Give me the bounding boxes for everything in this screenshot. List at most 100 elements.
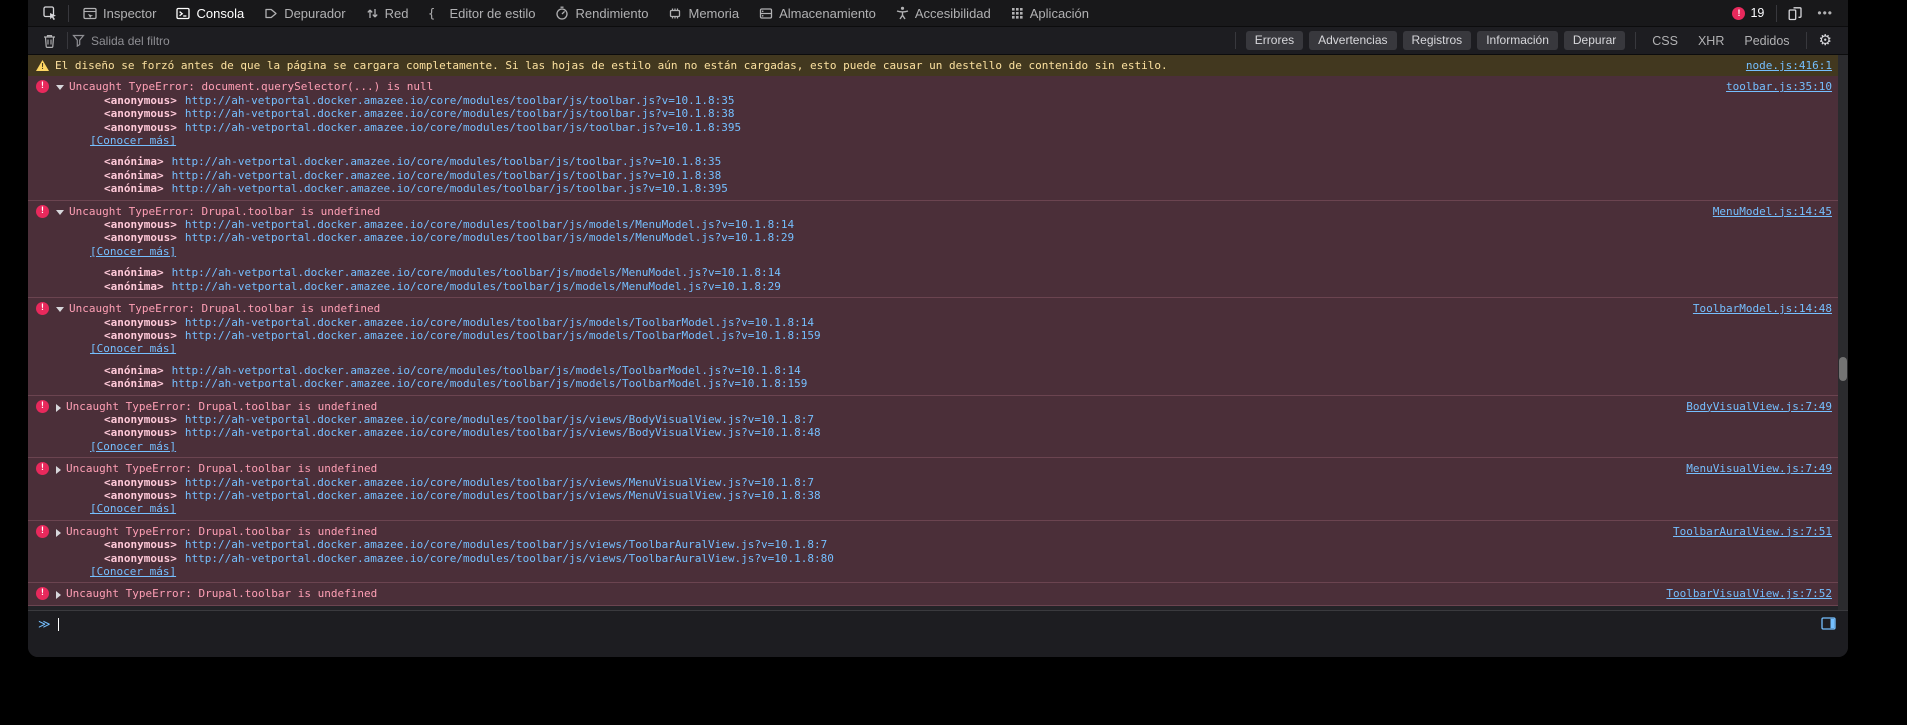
tab-aplicacion[interactable]: Aplicación xyxy=(1001,0,1099,26)
tab-red[interactable]: Red xyxy=(356,0,419,26)
frame-source-link[interactable]: http://ah-vetportal.docker.amazee.io/cor… xyxy=(185,489,821,502)
frame-source-link[interactable]: http://ah-vetportal.docker.amazee.io/cor… xyxy=(185,476,814,489)
learn-more-link[interactable]: [Conocer más] xyxy=(90,134,176,147)
tab-rendimiento[interactable]: Rendimiento xyxy=(545,0,658,26)
error-message: Uncaught TypeError: Drupal.toolbar is un… xyxy=(69,302,381,316)
stack-frame: <anónima> http://ah-vetportal.docker.amaz… xyxy=(28,155,1848,168)
frame-function-name: <anónima> xyxy=(104,266,164,280)
svg-text:{ }: { } xyxy=(428,7,443,20)
error-icon: ! xyxy=(36,204,49,218)
console-filter-bar: ErroresAdvertenciasRegistrosInformaciónD… xyxy=(28,27,1848,55)
filter-button-css[interactable]: CSS xyxy=(1644,32,1686,50)
open-sidebar-button[interactable] xyxy=(1817,616,1840,631)
source-location-link[interactable]: toolbar.js:35:10 xyxy=(1706,80,1832,93)
stack-frame: <anonymous> http://ah-vetportal.docker.am… xyxy=(28,107,1848,120)
filter-output-input[interactable] xyxy=(91,33,451,48)
devtools-menu-button[interactable]: ••• xyxy=(1810,0,1840,26)
tab-inspector[interactable]: Inspector xyxy=(73,0,166,26)
pick-element-button[interactable] xyxy=(36,0,64,26)
filter-chip-errores[interactable]: Errores xyxy=(1245,30,1304,51)
filter-chip-advertencias[interactable]: Advertencias xyxy=(1309,30,1397,51)
learn-more-link[interactable]: [Conocer más] xyxy=(90,502,176,515)
console-scrollbar[interactable] xyxy=(1838,55,1848,610)
frame-function-name: <anónima> xyxy=(104,168,164,182)
console-settings-button[interactable]: ⚙ xyxy=(1811,33,1840,48)
stack-frame: <anonymous> http://ah-vetportal.docker.am… xyxy=(28,489,1848,502)
source-location-link[interactable]: ToolbarModel.js:14:48 xyxy=(1673,302,1832,315)
frame-source-link[interactable]: http://ah-vetportal.docker.amazee.io/cor… xyxy=(185,552,834,565)
source-location-link[interactable]: MenuModel.js:14:45 xyxy=(1693,205,1832,218)
tab-almacenamiento[interactable]: Almacenamiento xyxy=(749,0,886,26)
source-location-link[interactable]: BodyVisualView.js:7:49 xyxy=(1666,400,1832,413)
tab-memoria[interactable]: Memoria xyxy=(658,0,749,26)
source-location-link[interactable]: MenuVisualView.js:7:49 xyxy=(1666,462,1832,475)
learn-more-link[interactable]: [Conocer más] xyxy=(90,245,176,258)
expand-twisty-icon[interactable] xyxy=(56,591,61,600)
stack-frame: <anónima> http://ah-vetportal.docker.amaz… xyxy=(28,364,1848,377)
frame-function-name: <anonymous> xyxy=(104,488,177,502)
frame-source-link[interactable]: http://ah-vetportal.docker.amazee.io/cor… xyxy=(185,426,821,439)
frame-source-link[interactable]: http://ah-vetportal.docker.amazee.io/cor… xyxy=(185,329,821,342)
frame-function-name: <anonymous> xyxy=(104,426,177,440)
clear-console-button[interactable] xyxy=(36,27,63,54)
frame-source-link[interactable]: http://ah-vetportal.docker.amazee.io/cor… xyxy=(185,218,794,231)
console-input-row[interactable]: ≫ xyxy=(28,610,1848,657)
frame-source-link[interactable]: http://ah-vetportal.docker.amazee.io/cor… xyxy=(185,538,827,551)
filter-chip-registros[interactable]: Registros xyxy=(1402,30,1472,51)
error-message: Uncaught TypeError: Drupal.toolbar is un… xyxy=(66,587,378,601)
filter-button-pedidos[interactable]: Pedidos xyxy=(1736,32,1797,50)
source-location-link[interactable]: node.js:416:1 xyxy=(1726,59,1832,72)
source-location-link[interactable]: ToolbarVisualView.js:7:52 xyxy=(1646,587,1832,600)
frame-source-link[interactable]: http://ah-vetportal.docker.amazee.io/cor… xyxy=(185,231,794,244)
filter-chip-depurar[interactable]: Depurar xyxy=(1563,30,1626,51)
frame-source-link[interactable]: http://ah-vetportal.docker.amazee.io/cor… xyxy=(172,280,781,293)
learn-more-link[interactable]: [Conocer más] xyxy=(90,440,176,453)
frame-source-link[interactable]: http://ah-vetportal.docker.amazee.io/cor… xyxy=(172,169,722,182)
filter-input-wrap xyxy=(72,33,492,48)
learn-more-link[interactable]: [Conocer más] xyxy=(90,565,176,578)
frame-source-link[interactable]: http://ah-vetportal.docker.amazee.io/cor… xyxy=(185,121,741,134)
async-stack-frames: <anónima> http://ah-vetportal.docker.amaz… xyxy=(28,266,1848,293)
frame-function-name: <anonymous> xyxy=(104,107,177,121)
tab-label: Editor de estilo xyxy=(449,5,536,21)
collapse-twisty-icon[interactable] xyxy=(56,85,64,91)
frame-source-link[interactable]: http://ah-vetportal.docker.amazee.io/cor… xyxy=(185,413,814,426)
tab-editor-de-estilo[interactable]: { } Editor de estilo xyxy=(418,0,545,26)
error-badge-icon: ! xyxy=(1732,6,1746,20)
frame-source-link[interactable]: http://ah-vetportal.docker.amazee.io/cor… xyxy=(185,316,814,329)
frame-source-link[interactable]: http://ah-vetportal.docker.amazee.io/cor… xyxy=(172,155,722,168)
warning-message: El diseño se forzó antes de que la págin… xyxy=(55,59,1168,72)
console-error-group: ! Uncaught TypeError: Drupal.toolbar is u… xyxy=(28,520,1848,584)
tab-consola[interactable]: Consola xyxy=(166,0,254,26)
accessibility-icon xyxy=(896,6,909,20)
frame-source-link[interactable]: http://ah-vetportal.docker.amazee.io/cor… xyxy=(172,377,808,390)
scrollbar-thumb[interactable] xyxy=(1839,357,1847,381)
frame-source-link[interactable]: http://ah-vetportal.docker.amazee.io/cor… xyxy=(172,364,801,377)
collapse-twisty-icon[interactable] xyxy=(56,209,64,215)
filter-text-buttons: CSS XHR Pedidos xyxy=(1644,32,1797,50)
tab-depurador[interactable]: Depurador xyxy=(254,0,355,26)
expand-twisty-icon[interactable] xyxy=(56,528,61,537)
frame-function-name: <anonymous> xyxy=(104,315,177,329)
frame-source-link[interactable]: http://ah-vetportal.docker.amazee.io/cor… xyxy=(185,107,735,120)
tab-label: Inspector xyxy=(103,5,157,21)
filter-chip-informacion[interactable]: Información xyxy=(1477,30,1558,51)
application-icon xyxy=(1011,7,1024,20)
tab-label: Memoria xyxy=(688,5,740,21)
warning-icon: ! xyxy=(36,60,49,71)
console-warning-row: ! El diseño se forzó antes de que la pági… xyxy=(28,55,1848,77)
console-error-group: ! Uncaught TypeError: Drupal.toolbar is u… xyxy=(28,458,1848,521)
collapse-twisty-icon[interactable] xyxy=(56,307,64,313)
frame-source-link[interactable]: http://ah-vetportal.docker.amazee.io/cor… xyxy=(172,266,781,279)
learn-more-link[interactable]: [Conocer más] xyxy=(90,342,176,355)
filter-button-xhr[interactable]: XHR xyxy=(1690,32,1732,50)
source-location-link[interactable]: ToolbarAuralView.js:7:51 xyxy=(1653,525,1832,538)
async-stack-frames: <anónima> http://ah-vetportal.docker.amaz… xyxy=(28,155,1848,195)
tab-accesibilidad[interactable]: Accesibilidad xyxy=(886,0,1001,26)
frame-source-link[interactable]: http://ah-vetportal.docker.amazee.io/cor… xyxy=(172,182,728,195)
responsive-design-mode-button[interactable] xyxy=(1781,0,1810,26)
frame-source-link[interactable]: http://ah-vetportal.docker.amazee.io/cor… xyxy=(185,94,735,107)
expand-twisty-icon[interactable] xyxy=(56,466,61,475)
error-count-badge[interactable]: ! 19 xyxy=(1724,6,1772,20)
expand-twisty-icon[interactable] xyxy=(56,403,61,412)
